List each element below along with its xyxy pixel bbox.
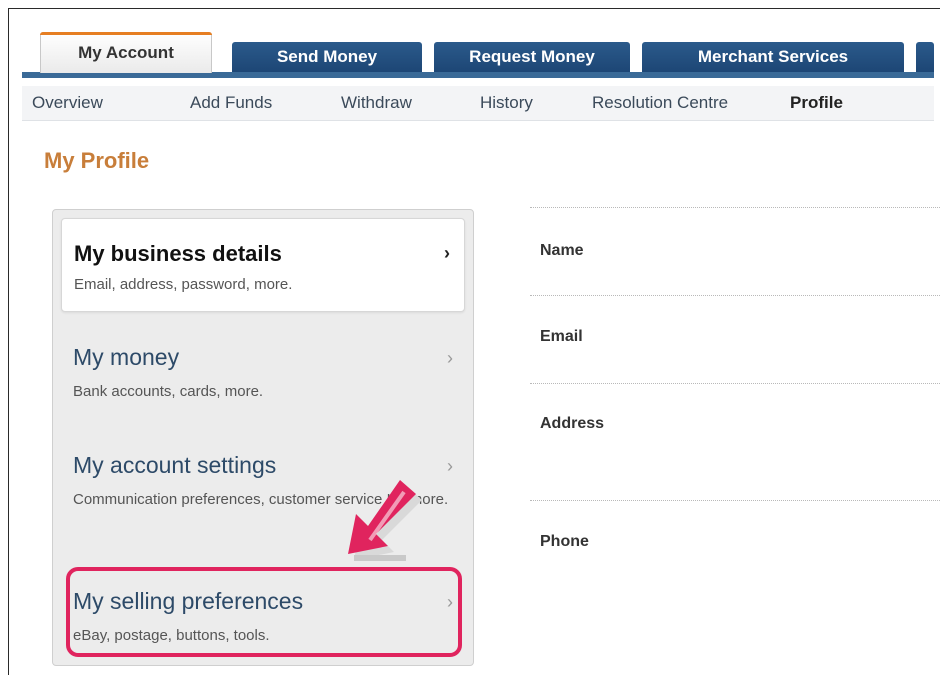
address-label: Address <box>540 415 605 432</box>
main-tabbar: My Account Send Money Request Money Merc… <box>22 26 934 78</box>
divider <box>530 295 940 296</box>
divider <box>530 383 940 384</box>
highlight-box <box>66 567 462 657</box>
sub-navigation: Overview Add Funds Withdraw History Reso… <box>22 86 934 121</box>
sidebar-item-title: My money <box>73 344 180 370</box>
tab-send-money[interactable]: Send Money <box>232 42 422 72</box>
tab-merchant-services[interactable]: Merchant Services <box>642 42 904 72</box>
subnav-history[interactable]: History <box>480 93 533 113</box>
subnav-overview[interactable]: Overview <box>32 93 103 113</box>
subnav-withdraw[interactable]: Withdraw <box>341 93 412 113</box>
phone-label: Phone <box>540 533 589 550</box>
tab-overflow[interactable] <box>916 42 934 72</box>
divider <box>530 207 940 208</box>
tab-my-account[interactable]: My Account <box>40 32 212 73</box>
sidebar-item-my-money[interactable]: My money Bank accounts, cards, more. › <box>53 338 473 418</box>
divider <box>530 500 940 501</box>
subnav-profile[interactable]: Profile <box>790 93 843 113</box>
pointer-arrow-icon <box>348 480 422 561</box>
sidebar-item-subtitle: Bank accounts, cards, more. <box>73 383 264 400</box>
email-label: Email <box>540 328 583 345</box>
sidebar-item-subtitle: Email, address, password, more. <box>74 276 293 293</box>
chevron-right-icon: › <box>447 456 453 476</box>
sidebar-item-business-details[interactable]: My business details Email, address, pass… <box>61 218 465 312</box>
name-label: Name <box>540 242 584 259</box>
chevron-right-icon: › <box>444 243 450 263</box>
tab-request-money[interactable]: Request Money <box>434 42 630 72</box>
chevron-right-icon: › <box>447 348 453 368</box>
sidebar-item-title: My account settings <box>73 452 277 478</box>
subnav-add-funds[interactable]: Add Funds <box>190 93 272 113</box>
subnav-resolution-centre[interactable]: Resolution Centre <box>592 93 728 113</box>
page-title: My Profile <box>44 148 150 173</box>
sidebar-item-title: My business details <box>74 241 282 266</box>
